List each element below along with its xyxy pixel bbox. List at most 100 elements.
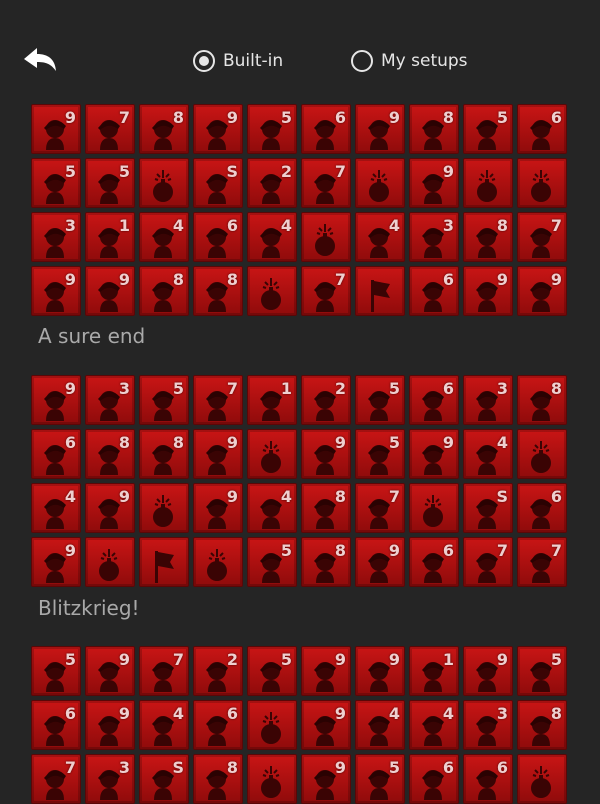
piece-tile[interactable]	[247, 429, 297, 479]
my-setups-radio-option[interactable]: My setups	[351, 47, 468, 75]
piece-tile[interactable]: 3	[31, 212, 81, 262]
piece-tile[interactable]: S	[193, 158, 243, 208]
piece-tile[interactable]: 9	[301, 700, 351, 750]
piece-tile[interactable]: 4	[139, 212, 189, 262]
piece-tile[interactable]: 4	[139, 700, 189, 750]
piece-tile[interactable]	[247, 754, 297, 804]
piece-tile[interactable]: 8	[85, 429, 135, 479]
piece-tile[interactable]	[247, 266, 297, 316]
piece-tile[interactable]: 3	[85, 375, 135, 425]
piece-tile[interactable]: 9	[301, 646, 351, 696]
piece-tile[interactable]	[139, 537, 189, 587]
my-setups-radio-icon[interactable]	[351, 50, 373, 72]
piece-tile[interactable]: 8	[463, 212, 513, 262]
piece-tile[interactable]: 4	[31, 483, 81, 533]
piece-tile[interactable]: 9	[193, 483, 243, 533]
piece-tile[interactable]: 5	[517, 646, 567, 696]
piece-tile[interactable]: 9	[463, 646, 513, 696]
piece-tile[interactable]	[139, 158, 189, 208]
piece-tile[interactable]: 1	[409, 646, 459, 696]
builtin-radio-option[interactable]: Built-in	[193, 47, 283, 75]
piece-tile[interactable]: S	[463, 483, 513, 533]
piece-tile[interactable]: 6	[463, 754, 513, 804]
piece-tile[interactable]: 9	[31, 266, 81, 316]
piece-tile[interactable]: 2	[301, 375, 351, 425]
piece-tile[interactable]: 3	[409, 212, 459, 262]
piece-tile[interactable]: 5	[355, 375, 405, 425]
piece-tile[interactable]	[193, 537, 243, 587]
piece-tile[interactable]	[517, 158, 567, 208]
piece-tile[interactable]: 9	[301, 429, 351, 479]
piece-tile[interactable]: 5	[247, 104, 297, 154]
piece-tile[interactable]: 5	[463, 104, 513, 154]
piece-tile[interactable]: 8	[517, 375, 567, 425]
piece-tile[interactable]: 4	[247, 212, 297, 262]
setup-grid-2[interactable]: 9 3 5 7 1 2 5 6 3 8 6 8 8 9 9 5 9 4 4 9 9 4 8 7 S 6 9 5 8 9 6 7 7	[31, 375, 571, 587]
piece-tile[interactable]: 5	[355, 754, 405, 804]
piece-tile[interactable]: 5	[31, 158, 81, 208]
piece-tile[interactable]: 6	[301, 104, 351, 154]
piece-tile[interactable]: 5	[247, 646, 297, 696]
piece-tile[interactable]: 7	[139, 646, 189, 696]
piece-tile[interactable]: 8	[193, 754, 243, 804]
piece-tile[interactable]: 5	[355, 429, 405, 479]
piece-tile[interactable]: S	[139, 754, 189, 804]
piece-tile[interactable]: 8	[193, 266, 243, 316]
piece-tile[interactable]	[517, 429, 567, 479]
piece-tile[interactable]: 4	[409, 700, 459, 750]
piece-tile[interactable]: 6	[409, 754, 459, 804]
setup-grid-3[interactable]: 5 9 7 2 5 9 9 1 9 5 6 9 4 6 9 4 4 3 8 7 3 S 8 9 5 6 6	[31, 646, 571, 804]
piece-tile[interactable]: 9	[85, 700, 135, 750]
piece-tile[interactable]: 3	[463, 700, 513, 750]
builtin-radio-icon[interactable]	[193, 50, 215, 72]
piece-tile[interactable]: 3	[463, 375, 513, 425]
piece-tile[interactable]: 4	[355, 212, 405, 262]
piece-tile[interactable]: 7	[31, 754, 81, 804]
piece-tile[interactable]: 9	[355, 104, 405, 154]
piece-tile[interactable]: 1	[247, 375, 297, 425]
piece-tile[interactable]: 2	[193, 646, 243, 696]
piece-tile[interactable]: 5	[247, 537, 297, 587]
piece-tile[interactable]	[301, 212, 351, 262]
piece-tile[interactable]: 8	[301, 537, 351, 587]
piece-tile[interactable]: 9	[517, 266, 567, 316]
piece-tile[interactable]: 8	[409, 104, 459, 154]
piece-tile[interactable]: 6	[517, 104, 567, 154]
piece-tile[interactable]: 9	[409, 158, 459, 208]
piece-tile[interactable]	[355, 158, 405, 208]
piece-tile[interactable]: 4	[247, 483, 297, 533]
piece-tile[interactable]: 9	[85, 646, 135, 696]
piece-tile[interactable]: 9	[409, 429, 459, 479]
piece-tile[interactable]	[355, 266, 405, 316]
piece-tile[interactable]: 5	[31, 646, 81, 696]
piece-tile[interactable]: 8	[139, 266, 189, 316]
piece-tile[interactable]	[247, 700, 297, 750]
piece-tile[interactable]: 5	[85, 158, 135, 208]
piece-tile[interactable]: 4	[463, 429, 513, 479]
setup-grid-1[interactable]: 9 7 8 9 5 6 9 8 5 6 5 5 S 2 7 9 3 1 4 6 4 4 3 8 7 9 9 8 8 7 6 9 9	[31, 104, 571, 316]
piece-tile[interactable]: 6	[409, 375, 459, 425]
piece-tile[interactable]	[139, 483, 189, 533]
piece-tile[interactable]: 7	[301, 266, 351, 316]
piece-tile[interactable]: 9	[355, 537, 405, 587]
piece-tile[interactable]: 7	[85, 104, 135, 154]
piece-tile[interactable]: 6	[31, 700, 81, 750]
piece-tile[interactable]: 2	[247, 158, 297, 208]
piece-tile[interactable]: 7	[355, 483, 405, 533]
piece-tile[interactable]: 6	[193, 700, 243, 750]
piece-tile[interactable]: 9	[31, 104, 81, 154]
piece-tile[interactable]	[517, 754, 567, 804]
piece-tile[interactable]: 6	[31, 429, 81, 479]
piece-tile[interactable]: 7	[517, 537, 567, 587]
piece-tile[interactable]: 7	[463, 537, 513, 587]
piece-tile[interactable]: 9	[85, 266, 135, 316]
piece-tile[interactable]: 7	[193, 375, 243, 425]
piece-tile[interactable]: 5	[139, 375, 189, 425]
piece-tile[interactable]: 8	[301, 483, 351, 533]
piece-tile[interactable]	[85, 537, 135, 587]
piece-tile[interactable]: 7	[517, 212, 567, 262]
piece-tile[interactable]: 9	[301, 754, 351, 804]
piece-tile[interactable]	[463, 158, 513, 208]
piece-tile[interactable]: 8	[139, 429, 189, 479]
piece-tile[interactable]: 6	[409, 537, 459, 587]
